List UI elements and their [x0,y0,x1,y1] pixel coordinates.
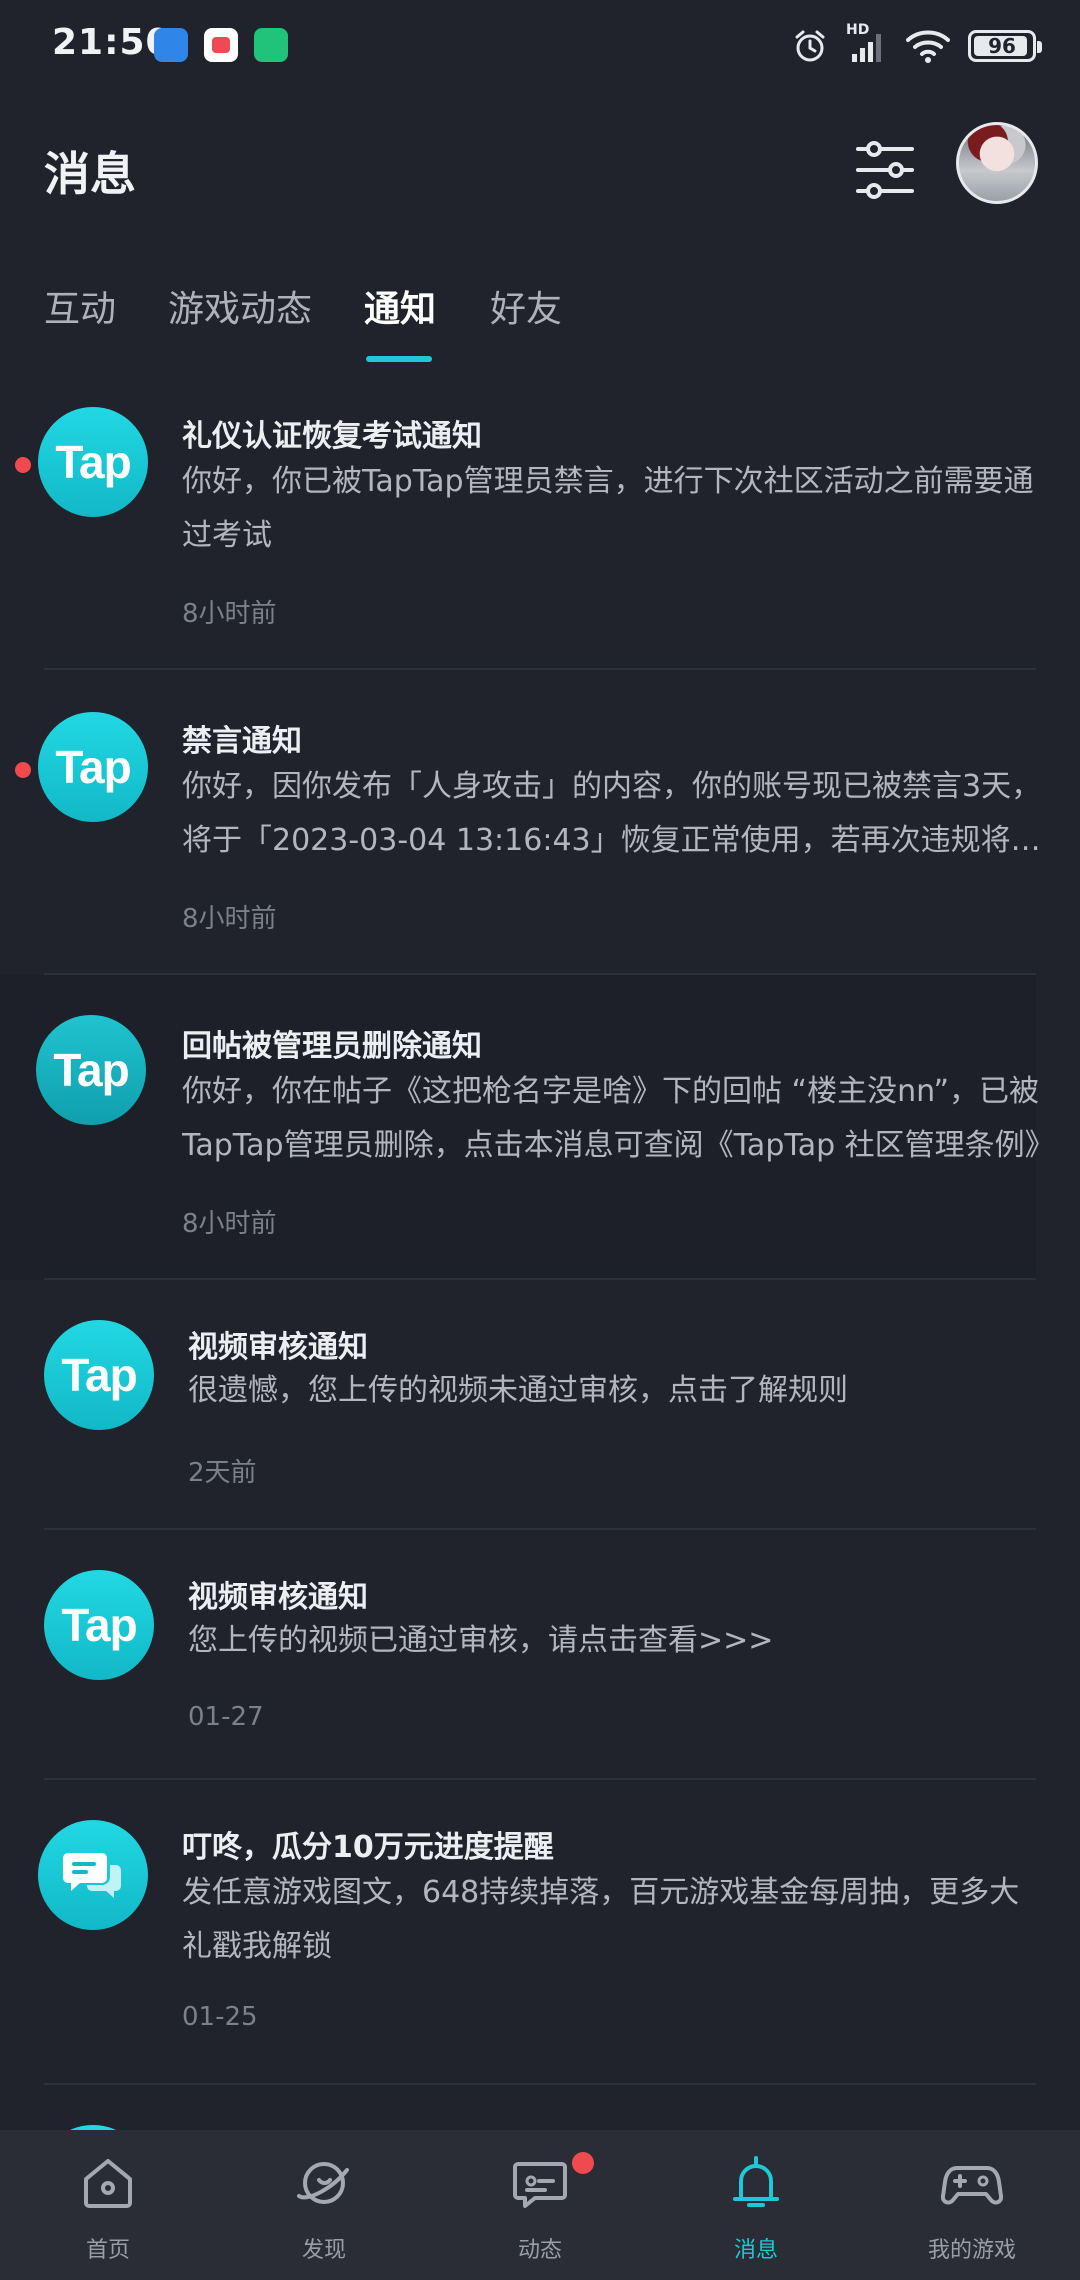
signal-icon: HD [846,22,888,64]
unread-dot [15,457,31,473]
tab-game-updates[interactable]: 游戏动态 [168,280,312,332]
notification-title: 视频审核通知 [188,1330,368,1365]
list-item[interactable]: Tap 回帖被管理员删除通知 你好，你在帖子《这把枪名字是啥》下的回帖 “楼主没… [0,975,1042,1280]
wifi-icon [906,30,950,63]
status-bar: 21:50 HD 96 [0,0,1080,96]
nav-label: 发现 [301,2238,346,2263]
list-item[interactable]: 叮咚，瓜分10万元进度提醒 发任意游戏图文，648持续掉落，百元游戏基金每周抽，… [0,1780,1080,2085]
taptap-logo-icon: Tap [38,712,148,822]
list-item[interactable]: Tap 视频审核通知 您上传的视频已通过审核，请点击查看>>> 01-27 [0,1530,1080,1780]
nav-label: 动态 [517,2238,562,2263]
nav-home[interactable]: 首页 [0,2130,216,2280]
notification-time: 01-27 [188,1702,264,1732]
unread-dot [15,762,31,778]
page-title: 消息 [44,147,136,201]
nav-discover[interactable]: 发现 [216,2130,432,2280]
nav-label: 消息 [733,2238,778,2263]
bottom-nav: 首页 发现 动态 消息 我的游戏 [0,2130,1080,2280]
list-item[interactable]: Tap 礼仪认证恢复考试通知 你好，你已被TapTap管理员禁言，进行下次社区活… [0,365,1080,670]
notification-badge [572,2152,594,2174]
chat-icon [513,2162,567,2208]
app-notification-icon-2 [204,28,238,62]
nav-my-games[interactable]: 我的游戏 [864,2130,1080,2280]
notification-title: 回帖被管理员删除通知 [182,1029,482,1064]
taptap-logo-icon: Tap [36,1015,146,1125]
app-notification-icon-1 [154,28,188,62]
notification-title: 视频审核通知 [188,1580,368,1615]
chat-bubble-logo-icon [38,1820,148,1930]
avatar[interactable] [956,122,1038,204]
tab-active-indicator [366,356,432,362]
notification-time: 01-25 [182,2002,258,2032]
sliders-icon[interactable] [850,135,920,205]
notification-body: 很遗憾，您上传的视频未通过审核，点击了解规则 [188,1373,848,1408]
battery-icon: 96 [968,30,1042,62]
notification-time: 8小时前 [182,1209,277,1239]
nav-messages[interactable]: 消息 [648,2130,864,2280]
taptap-logo-icon: Tap [44,1570,154,1680]
taptap-logo-icon: Tap [44,1320,154,1430]
nav-label: 我的游戏 [927,2238,1016,2263]
notification-body: 发任意游戏图文，648持续掉落，百元游戏基金每周抽，更多大礼戳我解锁 [182,1875,1020,1964]
battery-level: 96 [988,34,1016,58]
tab-interaction[interactable]: 互动 [44,280,116,332]
notification-body: 您上传的视频已通过审核，请点击查看>>> [188,1623,774,1658]
notification-title: 叮咚，瓜分10万元进度提醒 [182,1830,554,1865]
nav-feed[interactable]: 动态 [432,2130,648,2280]
notification-title: 禁言通知 [182,724,302,759]
notification-body: 你好，你在帖子《这把枪名字是啥》下的回帖 “楼主没nn”，已被TapTap管理员… [182,1074,1042,1163]
list-item[interactable]: Tap 视频审核通知 很遗憾，您上传的视频未通过审核，点击了解规则 2天前 [0,1280,1080,1530]
tab-bar: 互动 游戏动态 通知 好友 [0,270,1080,370]
app-notification-icon-3 [254,28,288,62]
list-item[interactable]: Tap 禁言通知 你好，因你发布「人身攻击」的内容，你的账号现已被禁言3天，将于… [0,670,1080,975]
gamepad-icon [941,2166,1003,2205]
nav-label: 首页 [85,2238,130,2263]
notification-body: 你好，因你发布「人身攻击」的内容，你的账号现已被禁言3天，将于「2023-03-… [182,769,1042,858]
home-icon [84,2159,132,2208]
notification-body: 你好，你已被TapTap管理员禁言，进行下次社区活动之前需要通过考试 [182,464,1034,553]
bell-icon [733,2156,779,2207]
status-right: HD 96 [792,22,1042,66]
alarm-icon [795,30,825,62]
page-header: 消息 [0,110,1080,230]
planet-icon [297,2162,349,2204]
notification-time: 8小时前 [182,599,277,629]
tab-notifications[interactable]: 通知 [364,280,436,332]
notification-title: 礼仪认证恢复考试通知 [182,419,482,454]
tab-friends[interactable]: 好友 [490,280,562,332]
notification-time: 2天前 [188,1458,257,1488]
taptap-logo-icon: Tap [38,407,148,517]
notification-time: 8小时前 [182,904,277,934]
divider [44,2083,1036,2085]
